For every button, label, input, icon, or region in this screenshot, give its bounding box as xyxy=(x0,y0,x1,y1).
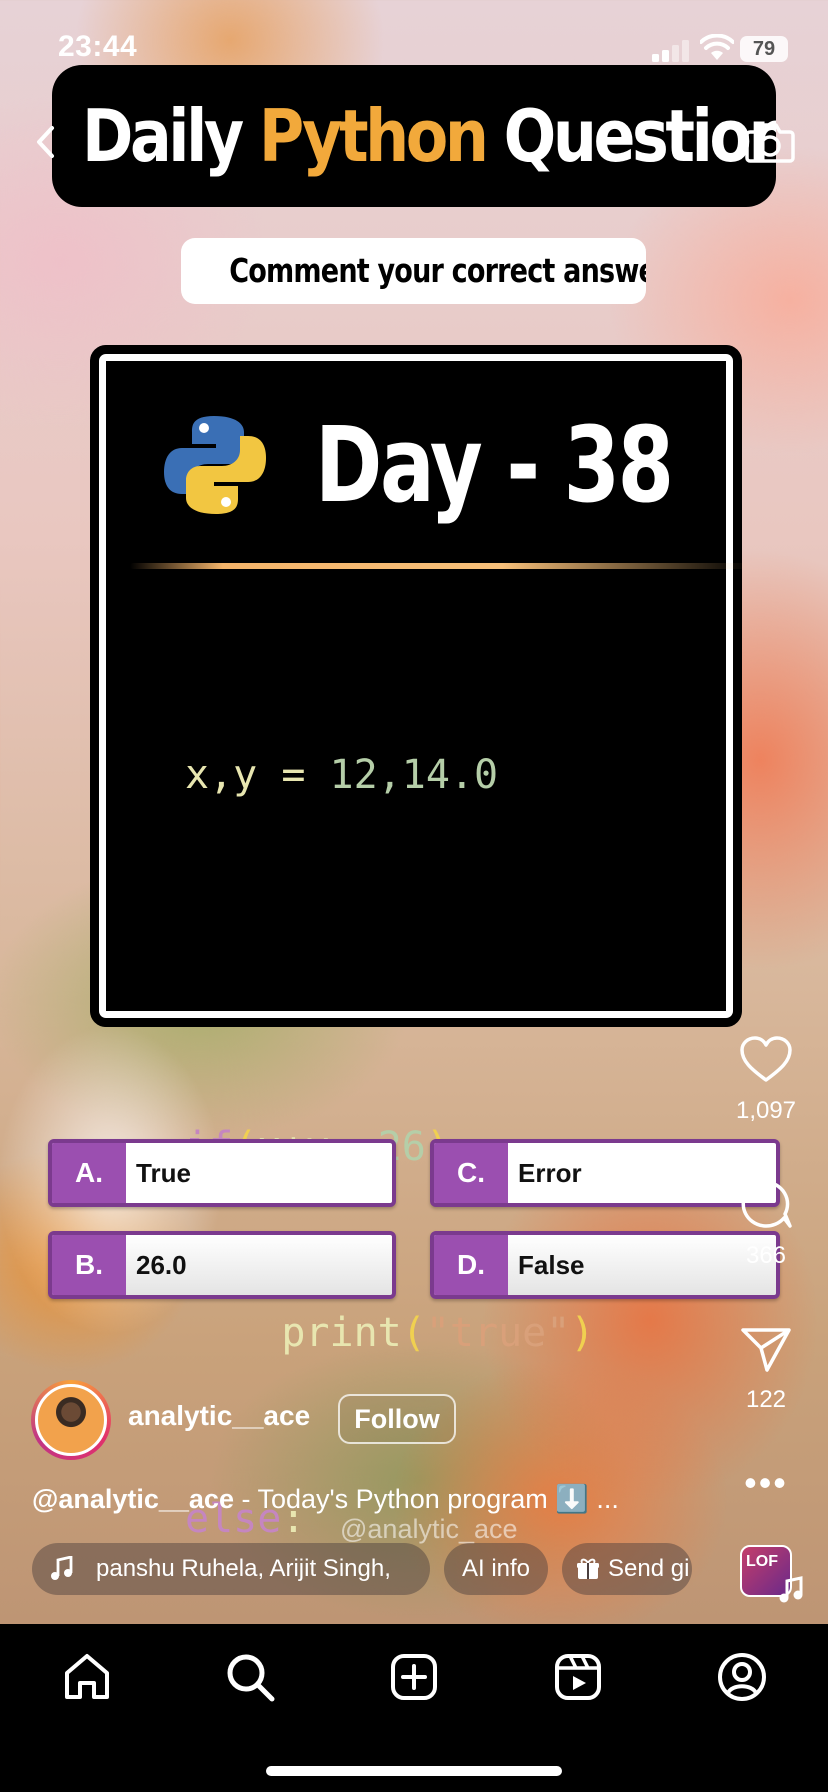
gift-icon xyxy=(577,1558,599,1579)
author-username[interactable]: analytic__ace xyxy=(128,1400,310,1432)
back-icon[interactable] xyxy=(30,120,60,164)
heart-icon xyxy=(740,1036,792,1082)
comment-button[interactable]: 366 xyxy=(726,1178,806,1270)
music-chip-label: panshu Ruhela, Arijit Singh, xyxy=(96,1555,391,1582)
subtitle-text: Comment your correct answer xyxy=(229,251,646,290)
bottom-nav xyxy=(0,1624,828,1792)
more-icon[interactable]: ••• xyxy=(726,1465,806,1501)
home-icon[interactable] xyxy=(59,1649,115,1705)
option-a: A. True xyxy=(48,1139,396,1207)
profile-icon[interactable] xyxy=(714,1649,770,1705)
signal-icon xyxy=(652,40,689,62)
wifi-icon xyxy=(700,34,734,60)
title-word-1: Daily xyxy=(82,94,244,178)
music-icon xyxy=(51,1556,73,1580)
avatar[interactable] xyxy=(31,1380,111,1460)
title-banner: Daily Python Question xyxy=(52,65,776,207)
battery-indicator: 79 xyxy=(740,36,788,62)
caption[interactable]: @analytic__ace - Today's Python program … xyxy=(32,1483,712,1515)
code-line-1: x,y = 12,14.0 xyxy=(185,752,499,798)
title-word-2: Python xyxy=(258,94,489,178)
send-gift-chip[interactable]: Send gi xyxy=(562,1543,692,1595)
day-title: Day - 38 xyxy=(315,404,674,526)
create-icon[interactable] xyxy=(386,1649,442,1705)
like-button[interactable]: 1,097 xyxy=(726,1035,806,1125)
home-indicator[interactable] xyxy=(266,1766,562,1776)
caption-text: - Today's Python program ⬇️ ... xyxy=(233,1484,619,1514)
search-icon[interactable] xyxy=(222,1649,278,1705)
comment-icon xyxy=(741,1180,792,1228)
like-count: 1,097 xyxy=(735,1097,797,1124)
watermark: @analytic_ace xyxy=(340,1514,518,1544)
share-button[interactable]: 122 xyxy=(726,1324,806,1414)
send-gift-label: Send gi xyxy=(608,1555,690,1582)
ai-info-chip[interactable]: AI info xyxy=(444,1543,548,1595)
status-time: 23:44 xyxy=(58,30,138,63)
caption-handle: @analytic__ace xyxy=(32,1484,234,1514)
music-note-icon xyxy=(779,1576,803,1603)
reels-icon[interactable] xyxy=(550,1649,606,1705)
follow-button[interactable]: Follow xyxy=(338,1394,456,1444)
python-logo-icon xyxy=(164,416,266,514)
title-word-3: Question xyxy=(503,94,776,178)
option-b: B. 26.0 xyxy=(48,1231,396,1299)
music-chip[interactable]: panshu Ruhela, Arijit Singh, xyxy=(32,1543,430,1595)
comment-count: 366 xyxy=(745,1242,787,1269)
camera-icon[interactable] xyxy=(744,118,796,166)
subtitle-pill: Comment your correct answer xyxy=(181,238,646,304)
code-line-4: print("true") xyxy=(185,1310,595,1356)
share-count: 122 xyxy=(745,1386,787,1413)
card-divider xyxy=(130,563,750,569)
send-icon xyxy=(741,1328,791,1372)
